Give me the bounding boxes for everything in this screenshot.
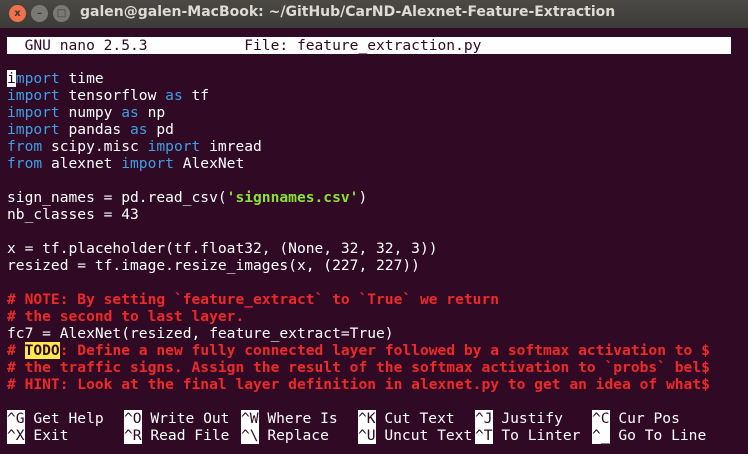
code-token: numpy [59, 104, 122, 121]
shortcut-key: ^C [592, 410, 610, 427]
code-line[interactable]: import time [7, 70, 104, 87]
shortcut-key: ^X [7, 427, 25, 444]
code-line[interactable]: # NOTE: By setting `feature_extract` to … [7, 291, 499, 308]
code-line[interactable]: resized = tf.image.resize_images(x, (227… [7, 257, 420, 274]
code-token: : Define a new fully connected layer fol… [59, 342, 710, 359]
window-titlebar: x – □ galen@galen-MacBook: ~/GitHub/CarN… [0, 0, 748, 28]
code-token: np [138, 104, 166, 121]
shortcut-key: ^J [475, 410, 493, 427]
shortcut-key: ^\ [241, 427, 259, 444]
code-line[interactable]: sign_names = pd.read_csv('signnames.csv'… [7, 189, 367, 206]
code-token: import [121, 155, 174, 172]
code-line[interactable]: import numpy as np [7, 104, 165, 121]
code-token: from [7, 138, 43, 155]
shortcut-label: Read File [141, 427, 230, 444]
code-token: 'signnames.csv' [226, 189, 359, 206]
shortcut-key: ^G [7, 410, 25, 427]
terminal-area[interactable]: GNU nano 2.5.3 File: feature_extraction.… [0, 28, 748, 454]
code-token: # the second to last layer. [7, 308, 245, 325]
code-line[interactable]: import tensorflow as tf [7, 87, 209, 104]
shortcut-label: Get Help [24, 410, 104, 427]
code-token: pandas [59, 121, 131, 138]
code-token: import [7, 104, 60, 121]
code-token: tf [182, 87, 210, 104]
shortcut-get-help: ^G Get Help [7, 410, 104, 427]
code-token: fc7 = AlexNet(resized, feature_extract=T… [7, 325, 394, 342]
maximize-window-button[interactable]: □ [53, 5, 70, 22]
shortcut-uncut-text: ^U Uncut Text [358, 427, 472, 444]
shortcut-label: Replace [258, 427, 329, 444]
code-line[interactable]: # HINT: Look at the final layer definiti… [7, 376, 710, 393]
code-token: imread [200, 138, 262, 155]
shortcut-cur-pos: ^C Cur Pos [592, 410, 680, 427]
text-cursor: i [7, 70, 16, 87]
shortcut-label: Uncut Text [375, 427, 473, 444]
code-line[interactable]: from alexnet import AlexNet [7, 155, 244, 172]
code-line[interactable]: # TODO: Define a new fully connected lay… [7, 342, 710, 359]
code-line[interactable]: from scipy.misc import imread [7, 138, 262, 155]
code-token: as [121, 104, 139, 121]
shortcut-key: ^R [124, 427, 142, 444]
code-line[interactable]: x = tf.placeholder(tf.float32, (None, 32… [7, 240, 438, 257]
shortcut-replace: ^\ Replace [241, 427, 329, 444]
shortcut-key: ^O [124, 410, 142, 427]
close-window-button[interactable]: x [9, 5, 26, 22]
code-line[interactable]: # the traffic signs. Assign the result o… [7, 359, 710, 376]
shortcut-key: ^W [241, 410, 259, 427]
code-token: pd [147, 121, 174, 138]
shortcut-where-is: ^W Where Is [241, 410, 338, 427]
code-token: # NOTE: By setting `feature_extract` to … [7, 291, 500, 308]
code-token: x = tf.placeholder(tf.float32, (None, 32… [7, 240, 438, 257]
code-token: resized = tf.image.resize_images(x, (227… [7, 257, 420, 274]
shortcut-read-file: ^R Read File [124, 427, 229, 444]
todo-highlight: TODO [24, 342, 60, 359]
shortcut-key: ^U [358, 427, 376, 444]
code-line[interactable]: import pandas as pd [7, 121, 174, 138]
shortcut-label: To Linter [492, 427, 581, 444]
shortcut-to-linter: ^T To Linter [475, 427, 580, 444]
code-token: from [7, 155, 43, 172]
code-token: tensorflow [59, 87, 166, 104]
shortcut-key: ^_ [592, 427, 610, 444]
code-token: import [147, 138, 201, 155]
shortcut-key: ^K [358, 410, 376, 427]
nano-header-bar: GNU nano 2.5.3 File: feature_extraction.… [7, 37, 731, 54]
shortcut-label: Cur Pos [609, 410, 680, 427]
shortcut-go-to-line: ^_ Go To Line [592, 427, 706, 444]
shortcut-cut-text: ^K Cut Text [358, 410, 455, 427]
shortcut-label: Exit [24, 427, 69, 444]
code-line[interactable]: fc7 = AlexNet(resized, feature_extract=T… [7, 325, 394, 342]
code-token: alexnet [42, 155, 122, 172]
code-token: sign_names = pd.read_csv( [7, 189, 227, 206]
code-token: as [130, 121, 148, 138]
shortcut-label: Write Out [141, 410, 230, 427]
code-token: nb_classes = 43 [7, 206, 139, 223]
code-token: mport [15, 70, 60, 87]
shortcut-key: ^T [475, 427, 493, 444]
code-token: # the traffic signs. Assign the result o… [7, 359, 710, 376]
shortcut-exit: ^X Exit [7, 427, 69, 444]
window-title: galen@galen-MacBook: ~/GitHub/CarND-Alex… [80, 4, 616, 20]
code-token: import [7, 121, 60, 138]
shortcut-label: Justify [492, 410, 563, 427]
code-token: as [165, 87, 183, 104]
code-token: time [59, 70, 104, 87]
minimize-window-button[interactable]: – [31, 5, 48, 22]
code-line[interactable]: # the second to last layer. [7, 308, 244, 325]
shortcut-label: Cut Text [375, 410, 455, 427]
code-line[interactable]: nb_classes = 43 [7, 206, 139, 223]
code-token: import [7, 87, 60, 104]
shortcut-justify: ^J Justify [475, 410, 563, 427]
code-token: # [7, 342, 25, 359]
code-token: ) [358, 189, 368, 206]
shortcut-label: Where Is [258, 410, 338, 427]
shortcut-write-out: ^O Write Out [124, 410, 229, 427]
code-token: # HINT: Look at the final layer definiti… [7, 376, 710, 393]
code-token: AlexNet [173, 155, 245, 172]
code-token: scipy.misc [42, 138, 148, 155]
shortcut-label: Go To Line [609, 427, 707, 444]
